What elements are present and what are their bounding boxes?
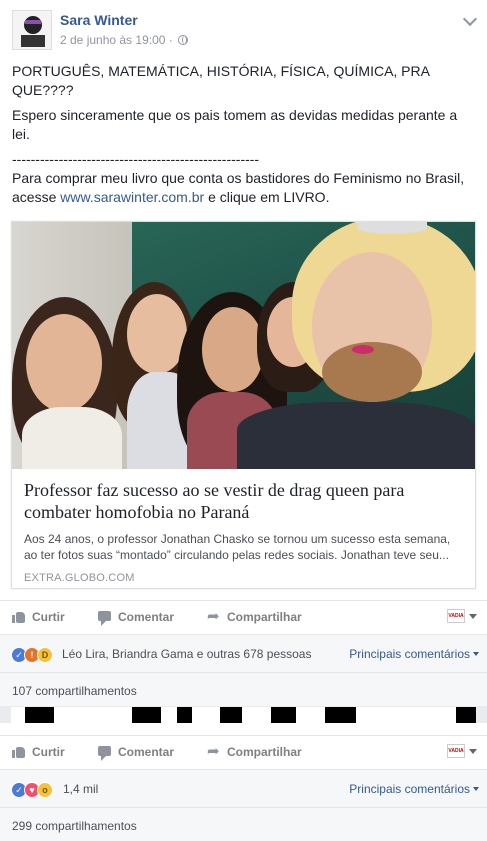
shares-count[interactable]: 299 compartilhamentos bbox=[12, 819, 137, 833]
person-shirt bbox=[22, 407, 122, 469]
comment-label: Comentar bbox=[118, 610, 175, 624]
reactions-summary[interactable]: Léo Lira, Briandra Gama e outras 678 pes… bbox=[62, 647, 311, 661]
shares-row: 299 compartilhamentos bbox=[0, 807, 487, 841]
chevron-down-icon[interactable] bbox=[462, 11, 478, 27]
comment-sort-dropdown[interactable]: Principais comentários bbox=[349, 647, 479, 661]
share-label: Compartilhar bbox=[227, 610, 302, 624]
comment-sort-label: Principais comentários bbox=[349, 647, 470, 661]
post2-card: Curtir Comentar Compartilhar VADIA ✓ ♥ o… bbox=[0, 723, 487, 841]
share-button[interactable]: Compartilhar bbox=[207, 607, 302, 625]
person-shirt bbox=[237, 402, 475, 469]
post-text: PORTUGUÊS, MATEMÁTICA, HISTÓRIA, FÍSICA,… bbox=[12, 62, 477, 213]
reaction-icons[interactable]: ✓ ♥ o bbox=[11, 782, 53, 798]
person-face bbox=[26, 314, 102, 412]
promo-paragraph: Para comprar meu livro que conta os bast… bbox=[12, 169, 477, 207]
comment-sort-label: Principais comentários bbox=[349, 782, 470, 796]
post-meta: 2 de junho às 19:00 · bbox=[60, 33, 189, 47]
caret-down-icon bbox=[473, 652, 479, 656]
post-header: Sara Winter 2 de junho às 19:00 · bbox=[12, 10, 478, 50]
wow-reaction-icon: o bbox=[37, 782, 53, 798]
meta-separator: · bbox=[168, 33, 173, 47]
comment-button[interactable]: Comentar bbox=[98, 745, 175, 761]
image-fragment bbox=[11, 707, 25, 723]
page-avatar-icon: VADIA bbox=[447, 609, 465, 623]
promo-suffix: e clique em LIVRO. bbox=[204, 189, 330, 205]
page-avatar-icon: VADIA bbox=[447, 744, 465, 758]
shares-count[interactable]: 107 compartilhamentos bbox=[12, 684, 137, 698]
image-fragment bbox=[161, 707, 177, 723]
shares-row: 107 compartilhamentos bbox=[0, 672, 487, 706]
link-domain: EXTRA.GLOBO.COM bbox=[24, 572, 135, 584]
post-paragraph: PORTUGUÊS, MATEMÁTICA, HISTÓRIA, FÍSICA,… bbox=[12, 63, 434, 98]
post-card: Sara Winter 2 de junho às 19:00 · PORTUG… bbox=[0, 0, 487, 706]
comment-icon bbox=[98, 745, 112, 761]
link-text: Professor faz sucesso ao se vestir de dr… bbox=[12, 469, 475, 584]
haha-reaction-icon: D bbox=[37, 647, 53, 663]
timestamp[interactable]: 2 de junho às 19:00 bbox=[60, 33, 165, 47]
image-fragment bbox=[356, 707, 456, 723]
caret-down-icon bbox=[469, 613, 477, 619]
image-fragment bbox=[242, 707, 271, 723]
link-title[interactable]: Professor faz sucesso ao se vestir de dr… bbox=[24, 479, 463, 523]
comment-label: Comentar bbox=[118, 745, 175, 759]
person-face bbox=[202, 307, 264, 392]
reaction-icons[interactable]: ✓ ! D bbox=[11, 647, 53, 663]
reactions-summary[interactable]: 1,4 mil bbox=[63, 782, 98, 796]
image-fragment bbox=[296, 707, 325, 723]
caret-down-icon bbox=[473, 787, 479, 791]
like-label: Curtir bbox=[32, 610, 65, 624]
link-preview-image[interactable] bbox=[12, 222, 475, 469]
action-bar: Curtir Comentar Compartilhar VADIA bbox=[0, 735, 487, 769]
comment-sort-dropdown[interactable]: Principais comentários bbox=[349, 782, 479, 796]
link-description: Aos 24 anos, o professor Jonathan Chasko… bbox=[24, 532, 451, 562]
like-button[interactable]: Curtir bbox=[12, 745, 65, 759]
reactions-row: ✓ ! D Léo Lira, Briandra Gama e outras 6… bbox=[0, 634, 487, 672]
share-icon bbox=[207, 742, 221, 760]
author-name[interactable]: Sara Winter bbox=[60, 12, 138, 28]
reactions-row: ✓ ♥ o 1,4 mil Principais comentários bbox=[0, 769, 487, 807]
thumbs-up-icon bbox=[12, 610, 26, 624]
comment-icon bbox=[98, 610, 112, 626]
link-preview-card[interactable]: Professor faz sucesso ao se vestir de dr… bbox=[11, 221, 476, 589]
avatar-image bbox=[13, 11, 51, 49]
thumbs-up-icon bbox=[12, 745, 26, 759]
like-button[interactable]: Curtir bbox=[12, 610, 65, 624]
comment-button[interactable]: Comentar bbox=[98, 610, 175, 626]
image-fragment bbox=[54, 707, 132, 723]
share-button[interactable]: Compartilhar bbox=[207, 742, 302, 760]
globe-icon[interactable] bbox=[178, 35, 189, 45]
share-icon bbox=[207, 607, 221, 625]
image-fragment bbox=[192, 707, 220, 723]
page-selector[interactable]: VADIA bbox=[447, 744, 477, 758]
like-label: Curtir bbox=[32, 745, 65, 759]
avatar[interactable] bbox=[12, 10, 52, 50]
post-paragraph: Espero sinceramente que os pais tomem as… bbox=[12, 107, 462, 142]
lips bbox=[352, 345, 374, 354]
promo-link[interactable]: www.sarawinter.com.br bbox=[60, 189, 204, 205]
caret-down-icon bbox=[469, 748, 477, 754]
post2-image-fragment[interactable] bbox=[11, 707, 476, 723]
separator-line: ----------------------------------------… bbox=[12, 151, 260, 167]
tiara bbox=[357, 222, 427, 234]
share-label: Compartilhar bbox=[227, 745, 302, 759]
page-selector[interactable]: VADIA bbox=[447, 609, 477, 623]
action-bar: Curtir Comentar Compartilhar VADIA bbox=[0, 600, 487, 634]
